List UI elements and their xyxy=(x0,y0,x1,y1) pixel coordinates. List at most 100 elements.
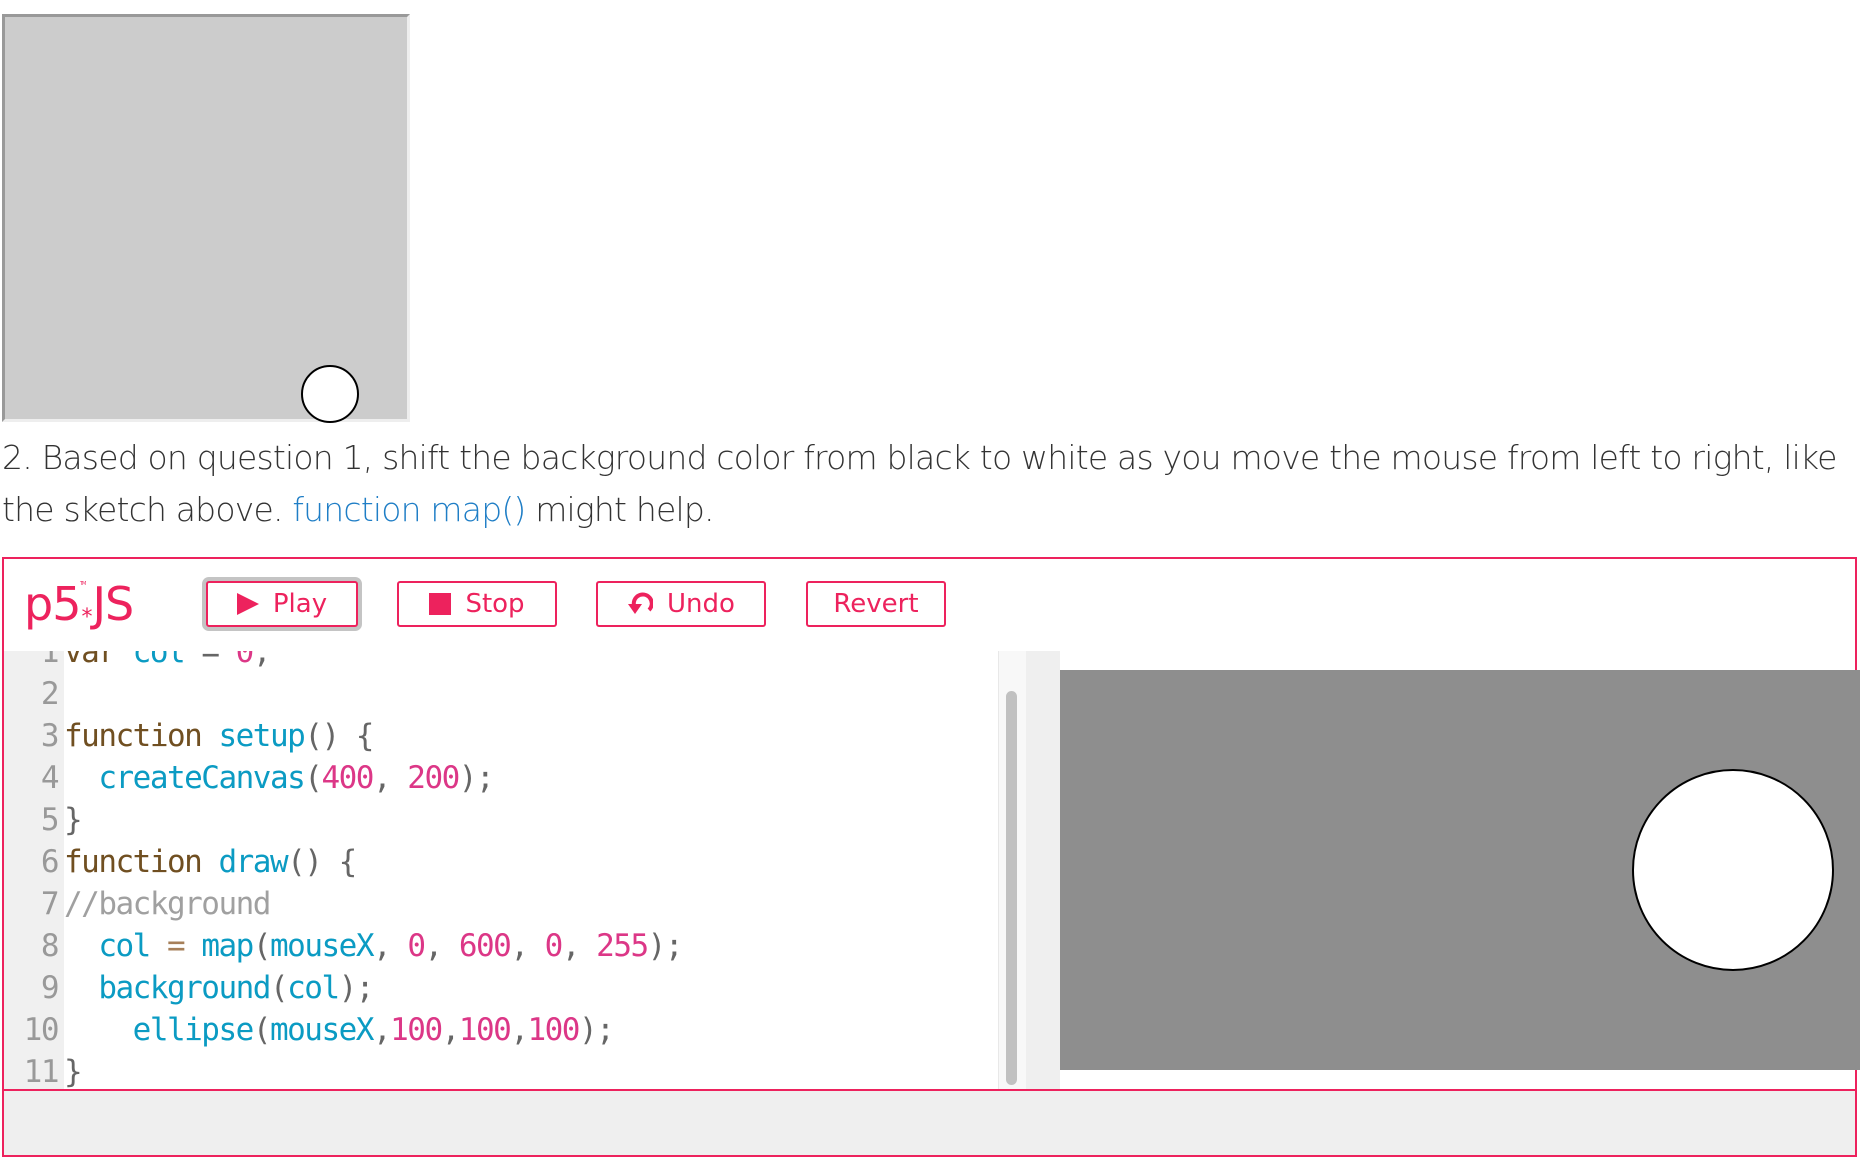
code-token: createCanvas xyxy=(98,760,305,796)
sketch-output-pane xyxy=(1060,651,1860,1089)
code-line[interactable]: 3 function setup() { xyxy=(4,715,682,757)
code-text: ellipse(mouseX,100,100,100); xyxy=(64,1009,615,1051)
code-line[interactable]: 6 function draw() { xyxy=(4,841,682,883)
code-line[interactable]: 1 var col = 0; xyxy=(4,651,682,673)
code-token: 200 xyxy=(407,760,460,796)
code-token: ( xyxy=(304,760,323,796)
code-token: ( xyxy=(252,1012,272,1048)
code-token: function xyxy=(64,844,219,880)
code-token: = xyxy=(167,928,186,964)
sketch-output-canvas[interactable] xyxy=(1060,670,1860,1070)
code-line[interactable]: 11} xyxy=(4,1051,682,1089)
code-text: } xyxy=(64,1051,83,1089)
example-sketch-ellipse xyxy=(301,365,359,423)
code-text: } xyxy=(64,799,83,841)
undo-button[interactable]: Undo xyxy=(596,581,766,627)
code-text: var col = 0; xyxy=(64,651,272,673)
code-line[interactable]: 8 col = map(mouseX, 0, 600, 0, 255); xyxy=(4,925,684,967)
line-number: 4 xyxy=(40,760,60,796)
logo-tm: TM xyxy=(80,581,86,587)
code-text: function setup() { xyxy=(64,715,374,757)
code-token: } xyxy=(64,802,83,838)
line-number: 3 xyxy=(40,718,60,754)
code-token: 100 xyxy=(458,1012,512,1048)
example-sketch-canvas[interactable] xyxy=(2,14,410,423)
code-token: , xyxy=(373,928,408,964)
code-token: col xyxy=(98,928,151,964)
line-number: 7 xyxy=(40,886,60,922)
code-line[interactable]: 10 ellipse(mouseX,100,100,100); xyxy=(4,1009,682,1051)
code-token: var xyxy=(64,651,133,670)
stop-icon xyxy=(429,593,452,615)
line-number: 11 xyxy=(23,1054,60,1089)
code-token: () { xyxy=(304,718,374,754)
code-token: , xyxy=(372,760,408,796)
code-line[interactable]: 2 xyxy=(4,673,682,715)
code-line[interactable]: 9 background(col); xyxy=(4,967,682,1009)
code-token: setup xyxy=(218,718,305,754)
line-number: 6 xyxy=(40,844,60,880)
play-label: Play xyxy=(272,589,328,619)
code-token: mouseX xyxy=(269,1012,374,1048)
logo-star: * xyxy=(81,605,92,630)
code-text: background(col); xyxy=(64,967,374,1009)
undo-icon xyxy=(628,592,654,614)
p5-editor: p5*JS TM Play Stop Undo Revert 1 var col … xyxy=(2,557,1860,1157)
console-panel xyxy=(4,1089,1855,1155)
logo-main: p5 xyxy=(24,577,81,631)
code-token: = xyxy=(184,651,236,670)
code-text: function draw() { xyxy=(64,841,357,883)
code-token: 100 xyxy=(527,1012,580,1048)
code-token: , xyxy=(441,1012,461,1048)
p5js-logo: p5*JS TM xyxy=(24,577,134,631)
code-token: ); xyxy=(458,760,495,796)
code-token: map xyxy=(201,928,254,964)
code-line[interactable]: 7//background xyxy=(4,883,682,925)
code-token: //background xyxy=(64,886,271,922)
code-line[interactable]: 5} xyxy=(4,799,682,841)
undo-label: Undo xyxy=(667,589,735,619)
code-token: ); xyxy=(647,928,684,964)
stop-button[interactable]: Stop xyxy=(397,581,557,627)
code-token: mouseX xyxy=(270,928,374,964)
code-token: col xyxy=(287,970,340,1006)
code-token: 0 xyxy=(544,928,564,964)
code-token: col xyxy=(132,651,186,670)
editor-toolbar: p5*JS TM Play Stop Undo Revert xyxy=(4,559,1855,653)
stop-label: Stop xyxy=(465,589,525,619)
code-token: ; xyxy=(252,651,272,670)
code-token: draw xyxy=(218,844,288,880)
code-token: , xyxy=(424,928,459,964)
pane-divider xyxy=(1026,651,1060,1089)
code-token: 0 xyxy=(407,928,426,964)
play-button[interactable]: Play xyxy=(206,581,358,627)
line-number: 2 xyxy=(40,676,60,712)
revert-button[interactable]: Revert xyxy=(806,581,946,627)
code-token: 255 xyxy=(596,928,649,964)
line-number: 9 xyxy=(40,970,60,1006)
code-text: createCanvas(400, 200); xyxy=(64,757,495,799)
play-icon xyxy=(236,593,259,615)
code-token: , xyxy=(510,928,545,964)
code-scrollbar-thumb[interactable] xyxy=(1006,691,1017,1085)
map-function-link[interactable]: function map() xyxy=(292,490,526,529)
code-editor[interactable]: 1 var col = 0; 2 3 function setup() {4 creat… xyxy=(4,651,998,1089)
code-token: , xyxy=(372,1012,392,1048)
code-token: ellipse xyxy=(132,1012,255,1048)
code-line[interactable]: 4 createCanvas(400, 200); xyxy=(4,757,682,799)
code-token: 0 xyxy=(235,651,255,670)
code-text: col = map(mouseX, 0, 600, 0, 255); xyxy=(64,925,684,967)
logo-suffix: JS xyxy=(92,577,134,631)
code-lines[interactable]: 1 var col = 0; 2 3 function setup() {4 creat… xyxy=(4,651,684,1089)
code-text: //background xyxy=(64,883,271,925)
question-text-before: 2. Based on question 1, shift the backgr… xyxy=(2,438,1837,529)
question-text: 2. Based on question 1, shift the backgr… xyxy=(2,432,1852,536)
code-scrollbar[interactable] xyxy=(998,651,1026,1089)
code-token: 100 xyxy=(390,1012,443,1048)
